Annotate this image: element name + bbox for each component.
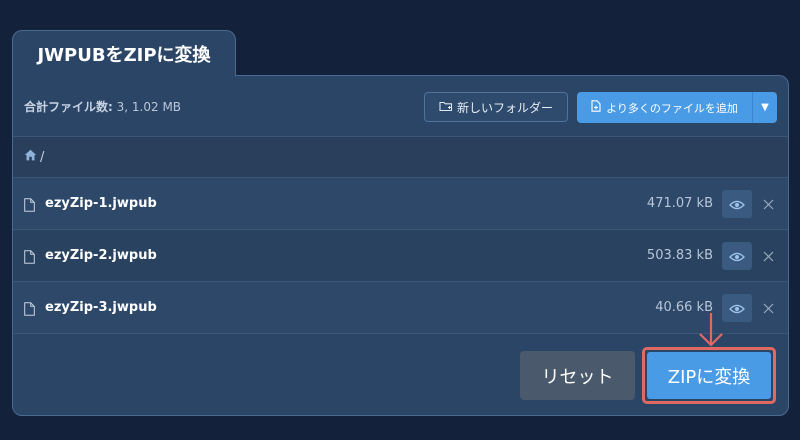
tab-jwpub-to-zip[interactable]: JWPUBをZIPに変換	[12, 30, 236, 76]
reset-label: リセット	[541, 366, 614, 388]
remove-file-button[interactable]	[760, 295, 776, 321]
remove-file-button[interactable]	[760, 243, 776, 269]
file-icon	[24, 301, 35, 320]
file-size: 503.83 kB	[646, 248, 713, 263]
preview-button[interactable]	[722, 242, 752, 270]
preview-button[interactable]	[722, 190, 752, 218]
file-row: ezyZip-1.jwpub 471.07 kB	[13, 178, 788, 230]
add-files-button[interactable]: より多くのファイルを追加	[577, 92, 753, 123]
file-summary: 合計ファイル数: 3, 1.02 MB	[24, 98, 181, 115]
eye-icon	[729, 299, 745, 318]
file-summary-value: 3, 1.02 MB	[116, 99, 182, 114]
tab-title: JWPUBをZIPに変換	[37, 44, 211, 66]
highlight-arrow-icon	[696, 312, 726, 348]
home-icon[interactable]	[24, 149, 37, 165]
file-name: ezyZip-1.jwpub	[45, 196, 157, 211]
eye-icon	[729, 247, 745, 266]
add-files-dropdown-button[interactable]: ▼	[753, 92, 777, 123]
convert-to-zip-button[interactable]: ZIPに変換	[647, 352, 771, 399]
file-name: ezyZip-2.jwpub	[45, 248, 157, 263]
close-icon	[763, 195, 774, 214]
preview-button[interactable]	[722, 294, 752, 322]
breadcrumb: /	[13, 136, 788, 178]
converter-panel: 合計ファイル数: 3, 1.02 MB 新しいフォルダー より多くのファイルを追…	[12, 75, 789, 416]
close-icon	[763, 299, 774, 318]
new-folder-button[interactable]: 新しいフォルダー	[424, 92, 568, 122]
file-icon	[24, 249, 35, 268]
file-summary-label: 合計ファイル数:	[24, 99, 113, 114]
add-files-button-group: より多くのファイルを追加 ▼	[577, 92, 777, 123]
new-folder-label: 新しいフォルダー	[456, 100, 553, 115]
file-row: ezyZip-2.jwpub 503.83 kB	[13, 230, 788, 282]
remove-file-button[interactable]	[760, 191, 776, 217]
convert-button-highlight: ZIPに変換	[642, 347, 776, 404]
add-files-label: より多くのファイルを追加	[606, 101, 738, 115]
convert-label: ZIPに変換	[667, 366, 751, 388]
file-add-icon	[591, 100, 601, 115]
breadcrumb-separator: /	[40, 149, 45, 165]
file-row: ezyZip-3.jwpub 40.66 kB	[13, 282, 788, 334]
eye-icon	[729, 195, 745, 214]
close-icon	[763, 247, 774, 266]
reset-button[interactable]: リセット	[520, 351, 635, 400]
file-icon	[24, 197, 35, 216]
caret-down-icon: ▼	[761, 102, 769, 113]
file-name: ezyZip-3.jwpub	[45, 300, 157, 315]
toolbar: 合計ファイル数: 3, 1.02 MB 新しいフォルダー より多くのファイルを追…	[13, 76, 788, 136]
file-size: 471.07 kB	[646, 196, 713, 211]
folder-add-icon	[439, 100, 453, 115]
